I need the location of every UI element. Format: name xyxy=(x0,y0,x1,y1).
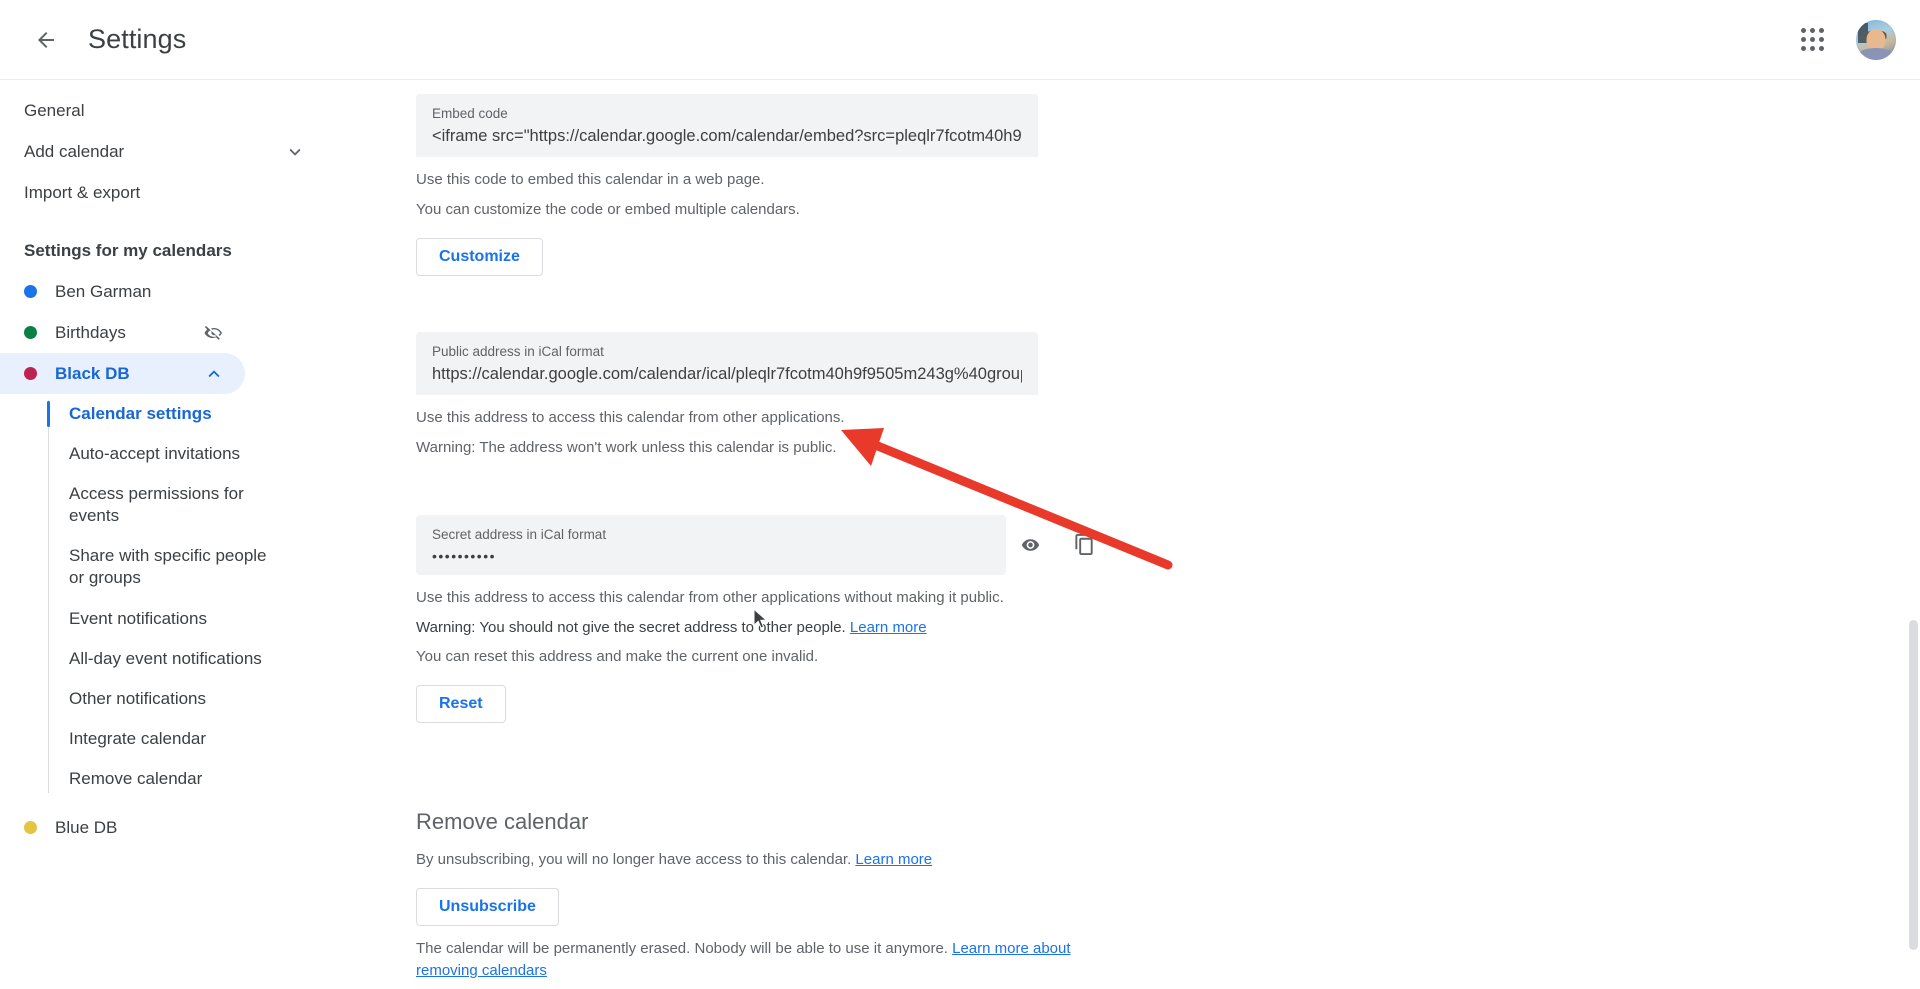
sidebar-item-event-notifications[interactable]: Event notifications xyxy=(48,599,278,639)
sidebar-item-add-calendar[interactable]: Add calendar xyxy=(0,131,330,172)
settings-page: Settings General Add calendar xyxy=(0,0,1920,989)
sidebar-item-label: Import & export xyxy=(24,183,140,203)
delete-text: The calendar will be permanently erased.… xyxy=(416,940,948,957)
sidebar-item-all-day-event-notifications[interactable]: All-day event notifications xyxy=(48,639,278,679)
sidebar-section-title: Settings for my calendars xyxy=(0,213,330,271)
apps-grid-icon[interactable] xyxy=(1788,16,1836,64)
sidebar-item-label: Birthdays xyxy=(55,323,126,343)
embed-code-label: Embed code xyxy=(432,104,1022,124)
embed-helper-1: Use this code to embed this calendar in … xyxy=(416,169,1510,191)
back-button[interactable] xyxy=(22,16,70,64)
top-bar-actions xyxy=(1788,16,1896,64)
public-address-helper-2: Warning: The address won't work unless t… xyxy=(416,437,1510,459)
secret-address-helper-1: Use this address to access this calendar… xyxy=(416,587,1510,609)
sidebar-item-label: General xyxy=(24,101,84,121)
eye-off-icon[interactable] xyxy=(203,322,225,344)
sidebar-item-label: Auto-accept invitations xyxy=(69,444,240,463)
sidebar-item-calendar-settings[interactable]: Calendar settings xyxy=(48,394,278,434)
secret-address-label: Secret address in iCal format xyxy=(432,525,990,545)
embed-helper-2: You can customize the code or embed mult… xyxy=(416,199,1510,221)
sidebar-item-ben-garman[interactable]: Ben Garman xyxy=(0,271,245,312)
main-scrollbar-track[interactable] xyxy=(1906,80,1920,989)
apps-grid-dots xyxy=(1801,28,1824,51)
settings-main-panel: Embed code <iframe src="https://calendar… xyxy=(330,80,1920,989)
sidebar-item-label: Event notifications xyxy=(69,609,207,628)
embed-code-block: Embed code <iframe src="https://calendar… xyxy=(416,94,1510,276)
sidebar-item-access-permissions[interactable]: Access permissions for events xyxy=(48,474,278,536)
public-address-field[interactable]: Public address in iCal format https://ca… xyxy=(416,332,1038,395)
secret-address-value: •••••••••• xyxy=(432,548,990,564)
sidebar-item-other-notifications[interactable]: Other notifications xyxy=(48,679,278,719)
remove-calendar-title: Remove calendar xyxy=(416,809,1510,835)
sidebar-item-birthdays[interactable]: Birthdays xyxy=(0,312,245,353)
sidebar-item-label: Black DB xyxy=(55,364,130,384)
unsubscribe-description: By unsubscribing, you will no longer hav… xyxy=(416,849,1510,871)
secret-learn-more-link[interactable]: Learn more xyxy=(850,619,927,636)
secret-address-actions xyxy=(1010,525,1104,565)
sidebar-item-import-export[interactable]: Import & export xyxy=(0,172,330,213)
sidebar-item-label: Blue DB xyxy=(55,818,117,838)
sidebar-item-blue-db[interactable]: Blue DB xyxy=(0,807,245,848)
sidebar-item-label: All-day event notifications xyxy=(69,649,262,668)
avatar[interactable] xyxy=(1856,20,1896,60)
chevron-down-icon xyxy=(284,141,306,163)
public-address-label: Public address in iCal format xyxy=(432,342,1022,362)
sidebar-item-auto-accept-invitations[interactable]: Auto-accept invitations xyxy=(48,434,278,474)
settings-sidebar: General Add calendar Import & export Set… xyxy=(0,80,330,989)
public-address-helper-1: Use this address to access this calendar… xyxy=(416,407,1510,429)
sidebar-item-label: Access permissions for events xyxy=(69,484,244,525)
top-app-bar: Settings xyxy=(0,0,1920,80)
secret-address-helper-3: You can reset this address and make the … xyxy=(416,646,1510,668)
calendar-sub-nav: Calendar settings Auto-accept invitation… xyxy=(48,394,330,799)
unsubscribe-text: By unsubscribing, you will no longer hav… xyxy=(416,851,851,868)
unsubscribe-learn-more-link[interactable]: Learn more xyxy=(855,851,932,868)
secret-address-block: Secret address in iCal format •••••••••• xyxy=(416,515,1510,724)
sidebar-item-remove-calendar[interactable]: Remove calendar xyxy=(48,759,278,799)
reset-button[interactable]: Reset xyxy=(416,685,506,723)
sidebar-item-label: Other notifications xyxy=(69,689,206,708)
secret-address-field[interactable]: Secret address in iCal format •••••••••• xyxy=(416,515,1006,575)
embed-code-value: <iframe src="https://calendar.google.com… xyxy=(432,127,1022,146)
secret-address-helper-2: Warning: You should not give the secret … xyxy=(416,617,1510,639)
public-address-block: Public address in iCal format https://ca… xyxy=(416,332,1510,459)
main-scrollbar-thumb[interactable] xyxy=(1909,620,1918,950)
sidebar-item-share-with-people[interactable]: Share with specific people or groups xyxy=(48,536,278,598)
secret-warning-text: Warning: You should not give the secret … xyxy=(416,619,846,636)
sidebar-item-label: Integrate calendar xyxy=(69,729,206,748)
calendar-color-dot xyxy=(24,326,37,339)
copy-icon[interactable] xyxy=(1064,525,1104,565)
eye-icon[interactable] xyxy=(1010,525,1050,565)
sidebar-item-label: Ben Garman xyxy=(55,282,151,302)
sidebar-item-general[interactable]: General xyxy=(0,90,330,131)
chevron-up-icon[interactable] xyxy=(203,363,225,385)
sidebar-item-label: Add calendar xyxy=(24,142,124,162)
sidebar-item-label: Remove calendar xyxy=(69,769,202,788)
remove-calendar-block: Remove calendar By unsubscribing, you wi… xyxy=(416,809,1510,989)
arrow-back-icon xyxy=(34,28,58,52)
page-title: Settings xyxy=(88,24,186,55)
calendar-color-dot xyxy=(24,285,37,298)
sidebar-item-label: Share with specific people or groups xyxy=(69,546,267,587)
delete-description: The calendar will be permanently erased.… xyxy=(416,938,1131,982)
embed-code-field[interactable]: Embed code <iframe src="https://calendar… xyxy=(416,94,1038,157)
sidebar-item-label: Calendar settings xyxy=(69,404,212,423)
calendar-color-dot xyxy=(24,821,37,834)
calendar-color-dot xyxy=(24,367,37,380)
customize-button[interactable]: Customize xyxy=(416,238,543,276)
sidebar-item-black-db[interactable]: Black DB xyxy=(0,353,245,394)
unsubscribe-button[interactable]: Unsubscribe xyxy=(416,888,559,926)
sidebar-item-integrate-calendar[interactable]: Integrate calendar xyxy=(48,719,278,759)
integrate-calendar-section: Embed code <iframe src="https://calendar… xyxy=(330,80,1510,989)
public-address-value: https://calendar.google.com/calendar/ica… xyxy=(432,365,1022,384)
